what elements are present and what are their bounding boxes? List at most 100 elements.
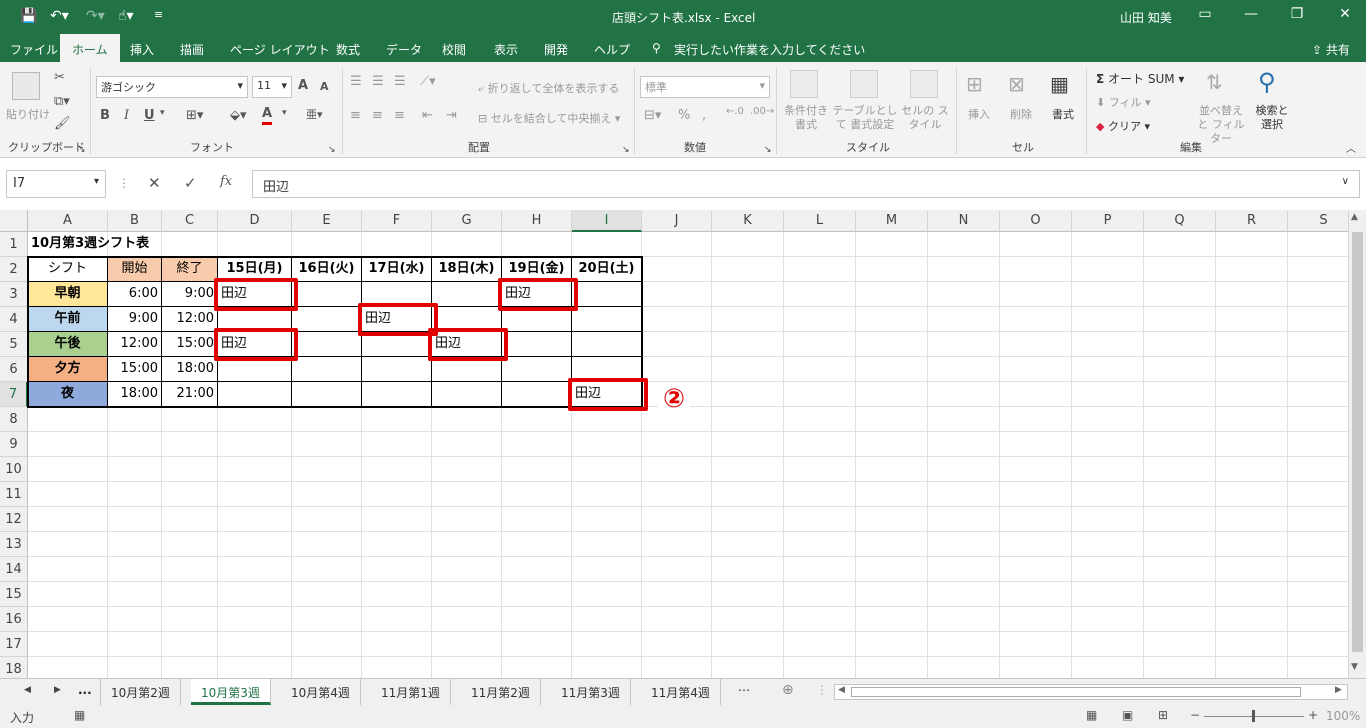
fill-button[interactable]: ⬇ フィル ▾ bbox=[1096, 94, 1151, 110]
align-center-icon[interactable]: ≡ bbox=[372, 108, 383, 123]
insert-function-icon[interactable]: fx bbox=[220, 174, 232, 189]
underline-dropdown-icon[interactable]: ▾ bbox=[160, 108, 165, 118]
font-name-combo[interactable]: 游ゴシック ▾ bbox=[96, 76, 248, 98]
vertical-scrollbar[interactable]: ▲ ▼ bbox=[1348, 210, 1366, 678]
row-header-18[interactable]: 18 bbox=[0, 657, 28, 678]
row-header-11[interactable]: 11 bbox=[0, 482, 28, 507]
shift-name-cell[interactable]: 午前 bbox=[28, 307, 108, 332]
delete-cells-button[interactable]: 削除 bbox=[1010, 106, 1032, 122]
assignment-cell[interactable] bbox=[362, 382, 432, 407]
minimize-icon[interactable]: — bbox=[1236, 6, 1266, 22]
assignment-cell[interactable] bbox=[502, 357, 572, 382]
alignment-launcher-icon[interactable]: ↘ bbox=[622, 145, 630, 155]
horizontal-scroll-thumb[interactable] bbox=[851, 687, 1301, 697]
zoom-out-icon[interactable]: − bbox=[1190, 708, 1200, 722]
shift-name-cell[interactable]: 夜 bbox=[28, 382, 108, 407]
zoom-in-icon[interactable]: + bbox=[1308, 708, 1318, 722]
worksheet-grid[interactable]: ABCDEFGHIJKLMNOPQRS 1 2 3 4 5 6 7 8 9 10 11 12 13 14 1… bbox=[0, 210, 1348, 678]
accounting-format-icon[interactable]: ⊟▾ bbox=[644, 108, 661, 123]
sheet-tab[interactable]: 11月第4週 bbox=[641, 679, 721, 705]
row-header-4[interactable]: 4 bbox=[0, 307, 28, 332]
phonetic-icon[interactable]: 亜▾ bbox=[306, 106, 323, 122]
row-header-9[interactable]: 9 bbox=[0, 432, 28, 457]
sheet-tab[interactable]: 10月第3週 bbox=[191, 679, 271, 705]
select-all-button[interactable] bbox=[0, 210, 28, 232]
assignment-cell[interactable] bbox=[292, 282, 362, 307]
column-header-i[interactable]: I bbox=[572, 210, 642, 232]
assignment-cell[interactable] bbox=[362, 357, 432, 382]
assignment-cell[interactable] bbox=[292, 382, 362, 407]
tell-me-input[interactable]: 実行したい作業を入力してください bbox=[674, 41, 865, 58]
customize-qat-icon[interactable]: ≡ bbox=[154, 8, 163, 21]
number-launcher-icon[interactable]: ↘ bbox=[764, 145, 772, 155]
page-layout-view-icon[interactable]: ▣ bbox=[1122, 708, 1133, 722]
wrap-text-button[interactable]: ⤶ 折り返して全体を表示する bbox=[478, 80, 619, 96]
zoom-slider-thumb[interactable] bbox=[1252, 710, 1255, 722]
sort-filter-icon[interactable]: ⇅ bbox=[1206, 70, 1223, 94]
sheet-tab-overflow-right[interactable]: ⋯ bbox=[738, 683, 750, 697]
expand-formula-icon[interactable]: ∨ bbox=[1342, 176, 1349, 187]
font-launcher-icon[interactable]: ↘ bbox=[328, 145, 336, 155]
column-header-g[interactable]: G bbox=[432, 210, 502, 232]
header-day-cell[interactable]: 18日(木) bbox=[432, 257, 502, 282]
macro-record-icon[interactable]: ▦ bbox=[74, 708, 85, 722]
clear-button[interactable]: ◆ クリア ▾ bbox=[1096, 118, 1150, 134]
assignment-cell[interactable] bbox=[572, 282, 642, 307]
redo-icon[interactable]: ↷▾ bbox=[86, 8, 105, 24]
tab-page-layout[interactable]: ページ レイアウト bbox=[230, 41, 330, 58]
touch-mode-icon[interactable]: ☝▾ bbox=[118, 8, 134, 24]
user-name[interactable]: 山田 知美 bbox=[1120, 9, 1172, 26]
tab-formulas[interactable]: 数式 bbox=[336, 41, 360, 58]
ribbon-display-icon[interactable]: ▭ bbox=[1190, 6, 1220, 22]
horizontal-scrollbar[interactable]: ◀ ▶ bbox=[834, 684, 1348, 700]
align-left-icon[interactable]: ≡ bbox=[350, 108, 361, 123]
assignment-cell[interactable] bbox=[572, 307, 642, 332]
shift-name-cell[interactable]: 早朝 bbox=[28, 282, 108, 307]
fill-color-icon[interactable]: ⬙▾ bbox=[230, 108, 247, 123]
column-header-o[interactable]: O bbox=[1000, 210, 1072, 232]
sheet-tab[interactable]: 11月第1週 bbox=[371, 679, 451, 705]
assignment-cell[interactable] bbox=[502, 332, 572, 357]
header-start-cell[interactable]: 開始 bbox=[108, 257, 162, 282]
new-sheet-icon[interactable]: ⊕ bbox=[782, 682, 794, 698]
shift-start-cell[interactable]: 15:00 bbox=[108, 357, 162, 382]
scroll-left-icon[interactable]: ◀ bbox=[838, 685, 845, 695]
sheet-tab[interactable]: 11月第2週 bbox=[461, 679, 541, 705]
sheet-tab[interactable]: 11月第3週 bbox=[551, 679, 631, 705]
column-header-j[interactable]: J bbox=[642, 210, 712, 232]
italic-button[interactable]: I bbox=[124, 108, 129, 123]
sort-filter-button[interactable]: 並べ替えと フィルター bbox=[1194, 104, 1248, 146]
sheet-title-cell[interactable]: 10月第3週シフト表 bbox=[28, 232, 218, 257]
find-select-button[interactable]: 検索と 選択 bbox=[1252, 104, 1292, 132]
column-header-p[interactable]: P bbox=[1072, 210, 1144, 232]
orientation-icon[interactable]: ⟋▾ bbox=[420, 74, 436, 89]
tab-review[interactable]: 校閲 bbox=[442, 41, 466, 58]
column-header-q[interactable]: Q bbox=[1144, 210, 1216, 232]
formula-input[interactable]: 田辺 ∨ bbox=[252, 170, 1360, 198]
collapse-ribbon-icon[interactable]: ︿ bbox=[1346, 140, 1356, 155]
delete-cells-icon[interactable]: ⊠ bbox=[1008, 72, 1025, 96]
percent-icon[interactable]: % bbox=[678, 108, 690, 123]
insert-cells-icon[interactable]: ⊞ bbox=[966, 72, 983, 96]
shift-end-cell[interactable]: 15:00 bbox=[162, 332, 218, 357]
header-end-cell[interactable]: 終了 bbox=[162, 257, 218, 282]
bold-button[interactable]: B bbox=[100, 108, 110, 123]
scroll-right-icon[interactable]: ▶ bbox=[1335, 685, 1342, 695]
grow-font-button[interactable]: A bbox=[298, 78, 308, 93]
borders-icon[interactable]: ⊞▾ bbox=[186, 108, 203, 123]
row-header-14[interactable]: 14 bbox=[0, 557, 28, 582]
column-header-a[interactable]: A bbox=[28, 210, 108, 232]
assignment-cell[interactable] bbox=[292, 332, 362, 357]
sheet-tab[interactable]: 10月第4週 bbox=[281, 679, 361, 705]
column-header-n[interactable]: N bbox=[928, 210, 1000, 232]
shift-name-cell[interactable]: 午後 bbox=[28, 332, 108, 357]
row-header-16[interactable]: 16 bbox=[0, 607, 28, 632]
header-shift-cell[interactable]: シフト bbox=[28, 257, 108, 282]
format-as-table-button[interactable]: テーブルとして 書式設定 bbox=[830, 104, 900, 132]
name-box[interactable]: I7 ▾ bbox=[6, 170, 106, 198]
shift-end-cell[interactable]: 18:00 bbox=[162, 357, 218, 382]
shrink-font-button[interactable]: A bbox=[320, 80, 329, 93]
column-header-r[interactable]: R bbox=[1216, 210, 1288, 232]
tab-draw[interactable]: 描画 bbox=[180, 41, 204, 58]
assignment-cell[interactable] bbox=[292, 307, 362, 332]
